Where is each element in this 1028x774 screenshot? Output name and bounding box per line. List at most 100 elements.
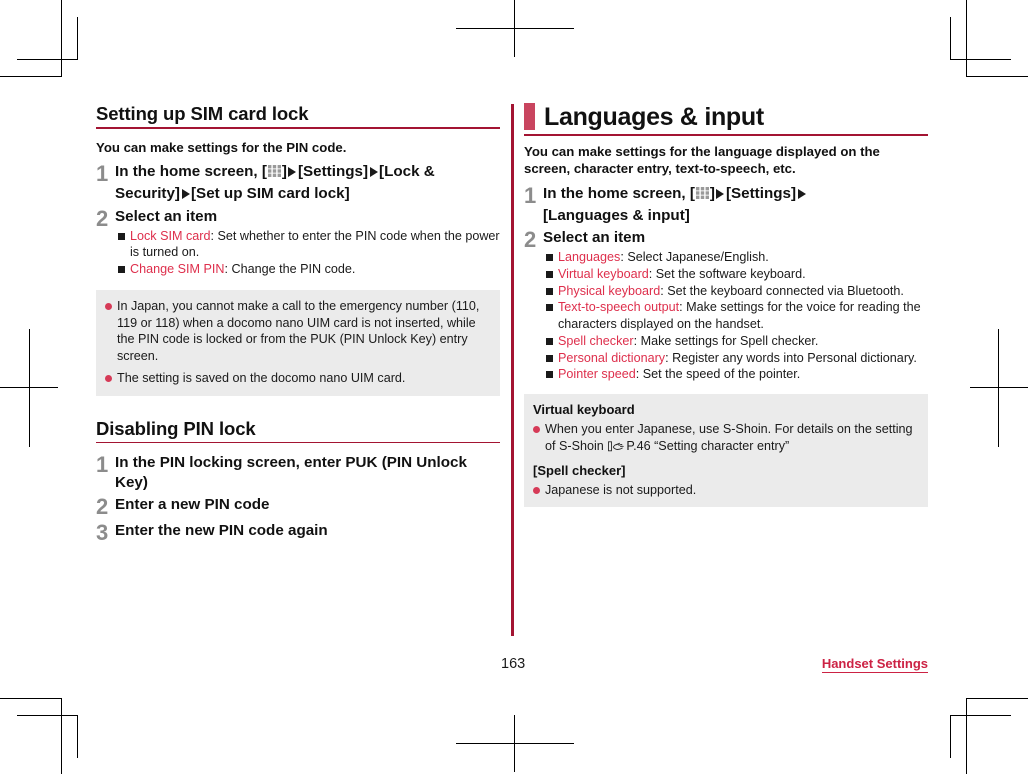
sub-item-text: Languages: Select Japanese/English. [558, 249, 928, 266]
sub-item: Languages: Select Japanese/English. [543, 249, 928, 266]
sub-item-key: Virtual keyboard [558, 266, 649, 281]
sub-item-list: Lock SIM card: Set whether to enter the … [115, 228, 500, 278]
sub-item-list: Languages: Select Japanese/English. Virt… [543, 249, 928, 383]
sub-item: Personal dictionary: Register any words … [543, 350, 928, 367]
sub-item: Spell checker: Make settings for Spell c… [543, 333, 928, 350]
sub-item-key: Change SIM PIN [130, 261, 225, 276]
step-title: Select an item [543, 229, 646, 247]
reference-pointer-icon [608, 440, 625, 457]
square-bullet-icon [546, 270, 553, 278]
step-title: In the PIN locking screen, enter PUK (PI… [115, 453, 467, 491]
sub-item: Text-to-speech output: Make settings for… [543, 299, 928, 332]
step-number: 1 [524, 182, 537, 208]
round-bullet-icon [105, 302, 112, 310]
sub-item-desc: : Register any words into Personal dicti… [665, 350, 917, 365]
step-1-sim-card-lock: 1 In the home screen, [] [Settings] [Lock … [96, 162, 500, 204]
step-1-disabling-pin-lock: 1 In the PIN locking screen, enter PUK (… [96, 453, 500, 493]
section-rule [96, 441, 500, 443]
step-number: 2 [96, 494, 109, 520]
step-number: 1 [96, 451, 109, 477]
square-bullet-icon [546, 371, 553, 379]
right-triangle-icon [369, 167, 378, 178]
note-item-text: Japanese is not supported. [545, 482, 697, 497]
sub-item-key: Pointer speed [558, 367, 636, 382]
note-item-text-post: P.46 “Setting character entry” [626, 438, 790, 453]
chapter-label[interactable]: Handset Settings [821, 656, 928, 674]
sub-item: Physical keyboard: Set the keyboard conn… [543, 283, 928, 300]
square-bullet-icon [546, 304, 553, 312]
sub-item-text: Virtual keyboard: Set the software keybo… [558, 266, 928, 283]
right-triangle-icon [716, 188, 725, 199]
right-triangle-icon [797, 188, 806, 199]
square-bullet-icon [118, 265, 125, 273]
chapter-rule [524, 134, 928, 136]
step-2-languages-input: 2 Select an item Languages: Select Japan… [524, 228, 928, 383]
square-bullet-icon [546, 254, 553, 262]
sub-item-desc: : Set the software keyboard. [648, 266, 806, 281]
sub-item-key: Text-to-speech output [558, 300, 680, 315]
note-item: In Japan, you cannot make a call to the … [105, 298, 490, 366]
round-bullet-icon [105, 375, 112, 383]
sub-item-text: Change SIM PIN: Change the PIN code. [130, 261, 500, 278]
square-bullet-icon [118, 232, 125, 240]
sub-item-text: Spell checker: Make settings for Spell c… [558, 333, 928, 350]
square-bullet-icon [546, 287, 553, 295]
step-number: 2 [96, 205, 109, 231]
step-title: Enter a new PIN code [115, 496, 270, 514]
step-1-languages-input: 1 In the home screen, [] [Settings] [Langu… [524, 184, 928, 226]
sub-item-desc: : Change the PIN code. [224, 261, 356, 276]
note-item-text: In Japan, you cannot make a call to the … [117, 298, 480, 364]
page-footer: 163 Handset Settings [96, 656, 932, 678]
note-item: When you enter Japanese, use S-Shoin. Fo… [533, 421, 918, 457]
left-column: Setting up SIM card lock You can make se… [96, 103, 500, 547]
note-box-title-spell-checker: [Spell checker] [533, 462, 626, 478]
note-item: The setting is saved on the docomo nano … [105, 370, 490, 387]
sub-item-text: Personal dictionary: Register any words … [558, 350, 928, 367]
sub-item-desc: : Set the keyboard connected via Bluetoo… [660, 283, 904, 298]
sub-item-text: Lock SIM card: Set whether to enter the … [130, 228, 500, 261]
sub-item-key: Spell checker [558, 333, 634, 348]
sub-item-key: Lock SIM card [130, 228, 211, 243]
note-item-text: The setting is saved on the docomo nano … [117, 371, 406, 386]
right-column: Languages & input You can make settings … [524, 103, 928, 508]
round-bullet-icon [533, 425, 540, 433]
app-drawer-icon [267, 164, 282, 184]
app-drawer-icon [695, 186, 710, 206]
section-rule [96, 126, 500, 129]
step-3-disabling-pin-lock: 3 Enter the new PIN code again [96, 521, 500, 544]
right-triangle-icon [181, 189, 190, 199]
note-item-text: When you enter Japanese, use S-Shoin. Fo… [545, 421, 918, 457]
chapter-accent-block-icon [524, 103, 535, 130]
note-item: Japanese is not supported. [533, 482, 918, 499]
manual-page: Setting up SIM card lock You can make se… [0, 0, 1028, 774]
note-box-languages-input: Virtual keyboard When you enter Japanese… [524, 393, 928, 508]
section-heading-disabling-pin-lock: Disabling PIN lock [96, 418, 256, 440]
step-number: 3 [96, 520, 109, 546]
sub-item: Lock SIM card: Set whether to enter the … [115, 228, 500, 261]
step-2-sim-card-lock: 2 Select an item Lock SIM card: Set whet… [96, 207, 500, 278]
sub-item-key: Physical keyboard [558, 283, 661, 298]
step-title: Select an item [115, 207, 218, 225]
column-divider [511, 104, 514, 636]
right-triangle-icon [288, 167, 297, 178]
chapter-heading-text: Languages & input [544, 103, 764, 131]
section-lead-sim-card-lock: You can make settings for the PIN code. [96, 139, 347, 155]
step-title: Enter the new PIN code again [115, 522, 328, 540]
step-2-disabling-pin-lock: 2 Enter a new PIN code [96, 495, 500, 518]
note-box-sim-card-lock: In Japan, you cannot make a call to the … [96, 289, 500, 397]
sub-item: Virtual keyboard: Set the software keybo… [543, 266, 928, 283]
note-box-title-virtual-keyboard: Virtual keyboard [533, 401, 635, 417]
page-number: 163 [501, 656, 526, 672]
sub-item: Change SIM PIN: Change the PIN code. [115, 261, 500, 278]
sub-item-desc: : Set the speed of the pointer. [635, 367, 801, 382]
square-bullet-icon [546, 354, 553, 362]
sub-item-text: Text-to-speech output: Make settings for… [558, 299, 928, 332]
chapter-heading-languages-input: Languages & input [524, 103, 928, 130]
sub-item-desc: : Select Japanese/English. [620, 250, 769, 265]
sub-item-desc: : Make settings for Spell checker. [633, 333, 819, 348]
sub-item-text: Physical keyboard: Set the keyboard conn… [558, 283, 928, 300]
step-number: 1 [96, 161, 109, 187]
sub-item-text: Pointer speed: Set the speed of the poin… [558, 366, 928, 383]
sub-item: Pointer speed: Set the speed of the poin… [543, 366, 928, 383]
sub-item-key: Languages [558, 250, 621, 265]
